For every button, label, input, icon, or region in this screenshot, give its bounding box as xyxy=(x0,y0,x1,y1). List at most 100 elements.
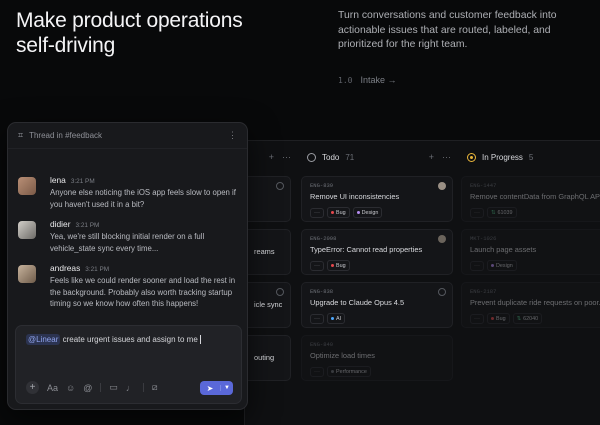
thread-header: ⌗ Thread in #feedback ⋮ xyxy=(8,123,247,149)
thread-panel: ⌗ Thread in #feedback ⋮ lena 3:21 PM Anyo… xyxy=(7,122,248,410)
more-icon[interactable]: ··· xyxy=(282,152,291,162)
label-performance[interactable]: Performance xyxy=(327,366,371,377)
divider xyxy=(100,383,102,392)
issue-card[interactable]: outing xyxy=(245,335,291,381)
add-icon[interactable]: + xyxy=(429,152,434,162)
message-text: Yea, we're still blocking initial render… xyxy=(50,232,205,253)
column-count: 5 xyxy=(528,152,534,162)
send-icon[interactable]: ➤ xyxy=(200,384,220,393)
column-title: In Progress xyxy=(482,152,523,162)
mention-icon[interactable]: @ xyxy=(83,383,92,393)
emoji-icon[interactable]: ☺ xyxy=(66,383,75,393)
avatar xyxy=(18,177,36,195)
card-title: Launch page assets xyxy=(470,245,537,254)
issue-id: ENG-2187 xyxy=(470,288,497,295)
card-title: Prevent duplicate ride requests on poor.… xyxy=(470,298,600,307)
avatar xyxy=(18,221,36,239)
issue-id: ENG-839 xyxy=(310,182,334,189)
author-name[interactable]: andreas xyxy=(50,263,80,273)
video-icon[interactable]: ▭ xyxy=(109,382,118,393)
column-in-progress: In Progress 5 ENG-1447 Remove contentDat… xyxy=(461,141,600,425)
more-icon[interactable]: ··· xyxy=(442,152,451,162)
issue-card[interactable]: ENG-839 Remove UI inconsistencies ··· Bu… xyxy=(301,176,453,222)
author-name[interactable]: didier xyxy=(50,219,70,229)
issue-card[interactable]: MKT-1026 Launch page assets ··· Design xyxy=(461,229,600,275)
pr-tag[interactable]: ⇅ 62040 xyxy=(512,313,543,324)
plus-icon[interactable]: + xyxy=(26,381,39,394)
assignee-avatar xyxy=(438,235,446,243)
message-time: 3:21 PM xyxy=(70,178,95,185)
card-title: Remove contentData from GraphQL API xyxy=(470,192,600,201)
label-design[interactable]: Design xyxy=(352,207,383,218)
mic-icon[interactable]: ♩ xyxy=(126,383,135,393)
slash-command-icon[interactable]: ⧄ xyxy=(152,382,158,393)
column-header: + ··· xyxy=(245,141,297,173)
issue-card[interactable]: ENG-840 Optimize load times ··· Performa… xyxy=(301,335,453,381)
issue-card[interactable]: ENG-1447 Remove contentData from GraphQL… xyxy=(461,176,600,222)
assignee-avatar xyxy=(438,182,446,190)
in-progress-status-icon xyxy=(467,152,476,162)
text-caret xyxy=(199,335,201,345)
card-title: Upgrade to Claude Opus 4.5 xyxy=(310,298,405,307)
column-header: In Progress 5 xyxy=(461,141,600,173)
text-format-icon[interactable]: Aa xyxy=(47,383,58,393)
label-ai[interactable]: AI xyxy=(327,313,346,324)
label-bug[interactable]: Bug xyxy=(327,260,350,271)
todo-status-icon xyxy=(307,152,316,162)
message-text: Anyone else noticing the iOS app feels s… xyxy=(50,188,236,209)
issue-id: MKT-1026 xyxy=(470,235,497,242)
card-title: TypeError: Cannot read properties xyxy=(310,245,423,254)
send-button[interactable]: ➤ ▼ xyxy=(200,381,233,395)
issue-card[interactable]: reams xyxy=(245,229,291,275)
priority-icon[interactable]: ··· xyxy=(470,260,484,271)
column-title: Todo xyxy=(322,152,340,162)
divider xyxy=(142,383,144,392)
kebab-icon[interactable]: ⋮ xyxy=(228,130,237,141)
card-title: reams xyxy=(254,247,275,256)
priority-icon[interactable]: ··· xyxy=(310,366,324,377)
assignee-icon xyxy=(276,182,284,190)
card-title: Optimize load times xyxy=(310,351,375,360)
message-composer[interactable]: @Linear create urgent issues and assign … xyxy=(15,325,242,404)
label-bug[interactable]: Bug xyxy=(327,207,350,218)
label-bug[interactable]: Bug xyxy=(487,313,510,324)
card-title: outing xyxy=(254,353,275,362)
pr-tag[interactable]: ⇅ 61039 xyxy=(487,207,517,218)
intake-link[interactable]: 1.0 Intake → xyxy=(338,75,396,85)
message-time: 3:21 PM xyxy=(75,222,100,229)
priority-icon[interactable]: ··· xyxy=(310,207,324,218)
issue-card[interactable] xyxy=(245,176,291,222)
issue-card[interactable]: ENG-838 Upgrade to Claude Opus 4.5 ··· A… xyxy=(301,282,453,328)
column-partial: + ··· reams icle sync outing xyxy=(245,141,297,425)
assignee-icon xyxy=(276,288,284,296)
section-number: 1.0 xyxy=(338,75,353,85)
issue-card[interactable]: icle sync xyxy=(245,282,291,328)
assignee-icon xyxy=(438,288,446,296)
hash-thread-icon: ⌗ xyxy=(18,130,24,140)
priority-icon[interactable]: ··· xyxy=(310,260,324,271)
priority-icon[interactable]: ··· xyxy=(470,313,484,324)
thread-title: Thread in #feedback xyxy=(29,131,103,140)
message-text: Feels like we could render sooner and lo… xyxy=(50,276,236,308)
add-icon[interactable]: + xyxy=(269,152,274,162)
avatar xyxy=(18,265,36,283)
priority-icon[interactable]: ··· xyxy=(470,207,484,218)
column-header: Todo 71 + ··· xyxy=(301,141,457,173)
issue-id: ENG-1447 xyxy=(470,182,497,189)
composer-toolbar: + Aa ☺ @ ▭ ♩ ⧄ xyxy=(26,381,158,394)
issue-id: ENG-2098 xyxy=(310,235,337,242)
mention-chip[interactable]: @Linear xyxy=(26,334,61,345)
kanban-board: + ··· reams icle sync outing Todo 71 + ···… xyxy=(244,140,600,425)
issue-card[interactable]: ENG-2098 TypeError: Cannot read properti… xyxy=(301,229,453,275)
priority-icon[interactable]: ··· xyxy=(310,313,324,324)
hero-subtitle: Turn conversations and customer feedback… xyxy=(338,10,557,50)
column-count: 71 xyxy=(345,152,355,162)
author-name[interactable]: lena xyxy=(50,175,66,185)
issue-id: ENG-838 xyxy=(310,288,334,295)
label-design[interactable]: Design xyxy=(487,260,517,271)
issue-card[interactable]: ENG-2187 Prevent duplicate ride requests… xyxy=(461,282,600,328)
issue-id: ENG-840 xyxy=(310,341,334,348)
chevron-down-icon[interactable]: ▼ xyxy=(220,385,233,391)
intake-link-label: Intake → xyxy=(360,75,397,85)
composer-input[interactable]: @Linear create urgent issues and assign … xyxy=(26,334,201,345)
